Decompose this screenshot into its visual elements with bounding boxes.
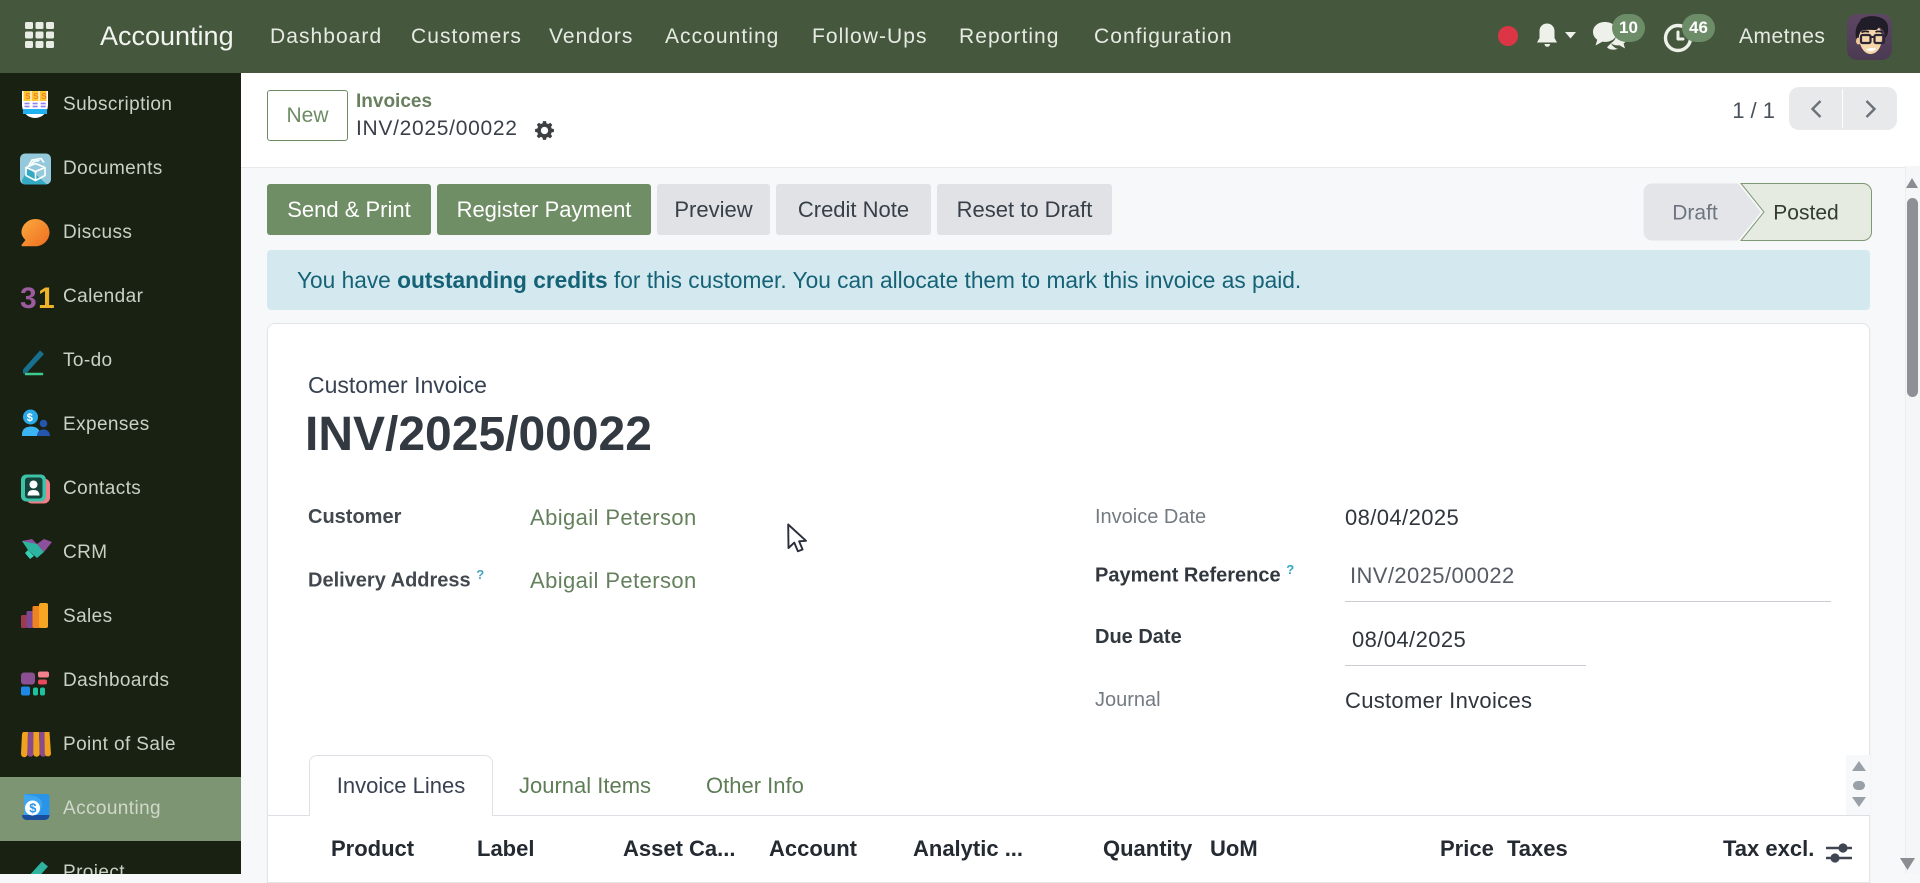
- svg-text:Draft: Draft: [1672, 202, 1718, 225]
- svg-text:S: S: [33, 92, 39, 101]
- svg-text:$: $: [29, 801, 37, 816]
- svg-text:S: S: [25, 92, 31, 101]
- svg-text:1: 1: [38, 282, 55, 314]
- svg-text:3: 3: [20, 282, 37, 314]
- svg-text:S: S: [41, 92, 47, 101]
- svg-text:$: $: [27, 412, 33, 424]
- svg-text:Posted: Posted: [1773, 202, 1838, 225]
